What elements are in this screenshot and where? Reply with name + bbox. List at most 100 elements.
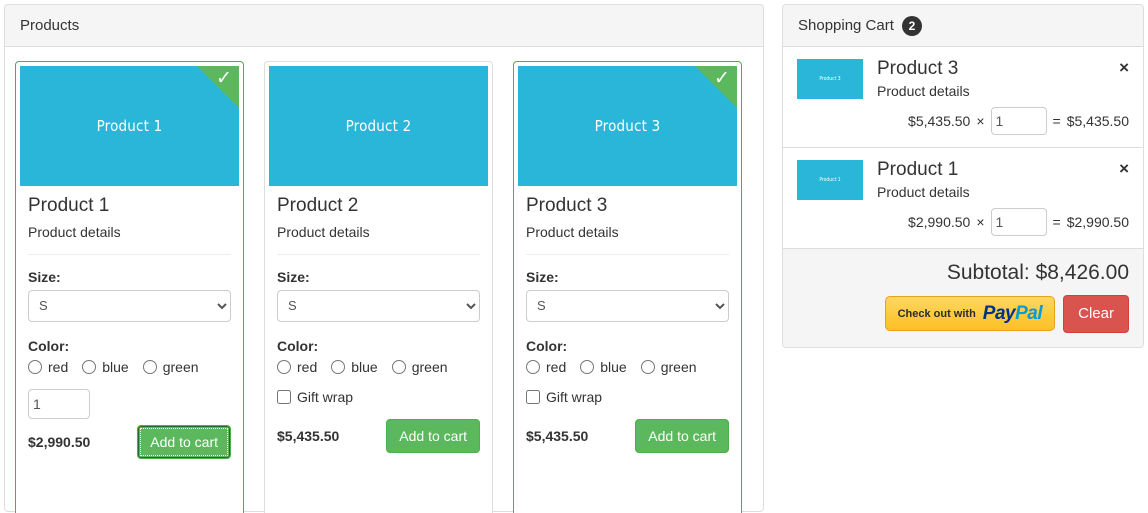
in-cart-ribbon-icon-3 <box>694 66 737 109</box>
color-radio-group-1: red blue green <box>28 359 231 375</box>
color-radio-blue-3[interactable]: blue <box>580 359 627 375</box>
color-radio-input-red-3[interactable] <box>526 359 540 374</box>
cart-panel-title: Shopping Cart <box>798 17 894 34</box>
products-panel-title: Products <box>20 17 80 34</box>
color-radio-label-green-2: green <box>411 358 448 375</box>
multiply-symbol-2: × <box>976 214 985 230</box>
cart-footer: Subtotal: $8,426.00 Check out with PayPa… <box>783 249 1143 347</box>
cart-item-thumbnail-label-1: Product 3 <box>819 76 841 82</box>
color-radio-red-3[interactable]: red <box>526 359 566 375</box>
cart-item-calculation-1: $5,435.50 × = $5,435.50 <box>797 107 1129 135</box>
product-caption-1: Product 1 Product details Size: S Color:… <box>20 186 239 467</box>
add-to-cart-button-1[interactable]: Add to cart <box>137 424 231 459</box>
color-label-2: Color: <box>277 337 319 354</box>
paypal-logo-icon: PayPal <box>982 303 1043 325</box>
giftwrap-label-2: Gift wrap <box>297 388 354 405</box>
products-panel-heading: Products <box>5 5 763 47</box>
size-label-1: Size: <box>28 268 61 285</box>
product-thumbnail-1[interactable]: Product 1 ✓ Product 1 Product details Si… <box>15 61 244 513</box>
product-price-1: $2,990.50 <box>28 433 91 450</box>
product-image-3: Product 3 ✓ <box>518 66 737 186</box>
cart-item-thumbnail-1: Product 3 <box>797 59 863 99</box>
products-panel: Products Product 1 ✓ Product 1 Product d… <box>4 4 764 513</box>
price-row-1: $2,990.50 Add to cart <box>28 424 231 459</box>
cart-item-unit-price-1: $5,435.50 <box>908 113 971 129</box>
color-radio-green-2[interactable]: green <box>391 358 448 375</box>
page-root: Products Product 1 ✓ Product 1 Product d… <box>0 0 1148 513</box>
giftwrap-checkbox-3[interactable]: Gift wrap <box>526 389 729 405</box>
giftwrap-label-3: Gift wrap <box>546 388 603 405</box>
color-radio-red-1[interactable]: red <box>28 359 68 375</box>
product-image-label-3: Product 3 <box>594 117 661 135</box>
check-icon-1: ✓ <box>216 68 232 89</box>
divider-3 <box>526 253 729 255</box>
color-radio-input-blue-1[interactable] <box>82 359 97 374</box>
color-radio-green-1[interactable]: green <box>142 359 199 375</box>
quantity-stepper-1[interactable] <box>28 388 90 419</box>
cart-item-row: × Product 1 Product 1 Product details $2… <box>783 148 1143 249</box>
equals-symbol-1: = <box>1052 113 1061 129</box>
multiply-symbol-1: × <box>976 113 985 129</box>
giftwrap-checkbox-input-2[interactable] <box>277 389 291 404</box>
color-radio-red-2[interactable]: red <box>277 359 317 375</box>
cart-item-line-total-2: $2,990.50 <box>1066 214 1129 230</box>
color-radio-input-green-1[interactable] <box>142 359 157 374</box>
size-select-1[interactable]: S <box>28 289 231 322</box>
color-radio-input-green-2[interactable] <box>391 359 406 374</box>
cart-item-header-1: Product 3 Product 3 Product details <box>797 58 1129 99</box>
color-radio-label-red-3: red <box>546 358 567 375</box>
cart-item-calculation-2: $2,990.50 × = $2,990.50 <box>797 208 1129 236</box>
cart-subtotal: Subtotal: $8,426.00 <box>946 261 1129 284</box>
product-price-2: $5,435.50 <box>277 427 340 444</box>
cart-item-line-total-1: $5,435.50 <box>1066 113 1129 129</box>
divider-2 <box>277 253 480 255</box>
color-label-3: Color: <box>526 337 568 354</box>
remove-item-button-2[interactable]: × <box>1119 160 1129 177</box>
color-radio-input-blue-3[interactable] <box>580 359 595 374</box>
color-radio-input-red-1[interactable] <box>28 359 42 374</box>
cart-item-thumbnail-label-2: Product 1 <box>819 177 841 183</box>
product-title-3: Product 3 <box>526 195 608 216</box>
size-select-2[interactable]: S <box>277 289 480 322</box>
add-to-cart-button-2[interactable]: Add to cart <box>386 418 480 453</box>
color-radio-label-red-1: red <box>48 358 69 375</box>
color-radio-input-blue-2[interactable] <box>331 359 346 374</box>
product-description-1: Product details <box>28 223 121 240</box>
cart-item-row: × Product 3 Product 3 Product details $5… <box>783 47 1143 148</box>
color-radio-label-blue-2: blue <box>351 358 378 375</box>
product-price-3: $5,435.50 <box>526 427 589 444</box>
price-row-3: $5,435.50 Add to cart <box>526 418 729 453</box>
product-image-label-1: Product 1 <box>96 117 163 135</box>
product-image-label-2: Product 2 <box>345 117 412 135</box>
product-description-3: Product details <box>526 223 619 240</box>
color-radio-green-3[interactable]: green <box>640 359 697 375</box>
product-title-1: Product 1 <box>28 195 110 216</box>
color-radio-blue-2[interactable]: blue <box>331 358 378 375</box>
add-to-cart-button-3[interactable]: Add to cart <box>635 418 729 453</box>
products-list: Product 1 ✓ Product 1 Product details Si… <box>5 47 763 513</box>
product-image-2: Product 2 <box>269 66 488 186</box>
cart-count-badge: 2 <box>901 15 922 36</box>
cart-item-header-2: Product 1 Product 1 Product details <box>797 159 1129 200</box>
cart-item-description-1: Product details <box>877 82 970 99</box>
clear-cart-button[interactable]: Clear <box>1063 295 1129 333</box>
cart-item-name-1: Product 3 <box>877 58 959 79</box>
cart-item-unit-price-2: $2,990.50 <box>908 214 971 230</box>
cart-item-description-2: Product details <box>877 183 970 200</box>
giftwrap-checkbox-2[interactable]: Gift wrap <box>277 389 480 405</box>
cart-item-info-1: Product 3 Product details <box>877 58 970 99</box>
product-card-2: Product 2 Product 2 Product details Size… <box>254 61 503 513</box>
color-radio-input-red-2[interactable] <box>277 359 291 374</box>
cart-item-quantity-stepper-2[interactable] <box>990 208 1047 236</box>
color-radio-blue-1[interactable]: blue <box>82 359 129 375</box>
remove-item-button-1[interactable]: × <box>1119 59 1129 76</box>
paypal-logo-pay: Pay <box>982 303 1016 325</box>
product-thumbnail-3[interactable]: Product 3 ✓ Product 3 Product details Si… <box>513 61 742 513</box>
paypal-checkout-button[interactable]: Check out with PayPal <box>884 296 1056 332</box>
giftwrap-checkbox-input-3[interactable] <box>526 389 540 404</box>
size-select-3[interactable]: S <box>526 289 729 322</box>
color-radio-input-green-3[interactable] <box>640 359 655 374</box>
cart-item-quantity-stepper-1[interactable] <box>990 107 1047 135</box>
product-thumbnail-2[interactable]: Product 2 Product 2 Product details Size… <box>264 61 493 513</box>
divider-1 <box>28 253 231 255</box>
